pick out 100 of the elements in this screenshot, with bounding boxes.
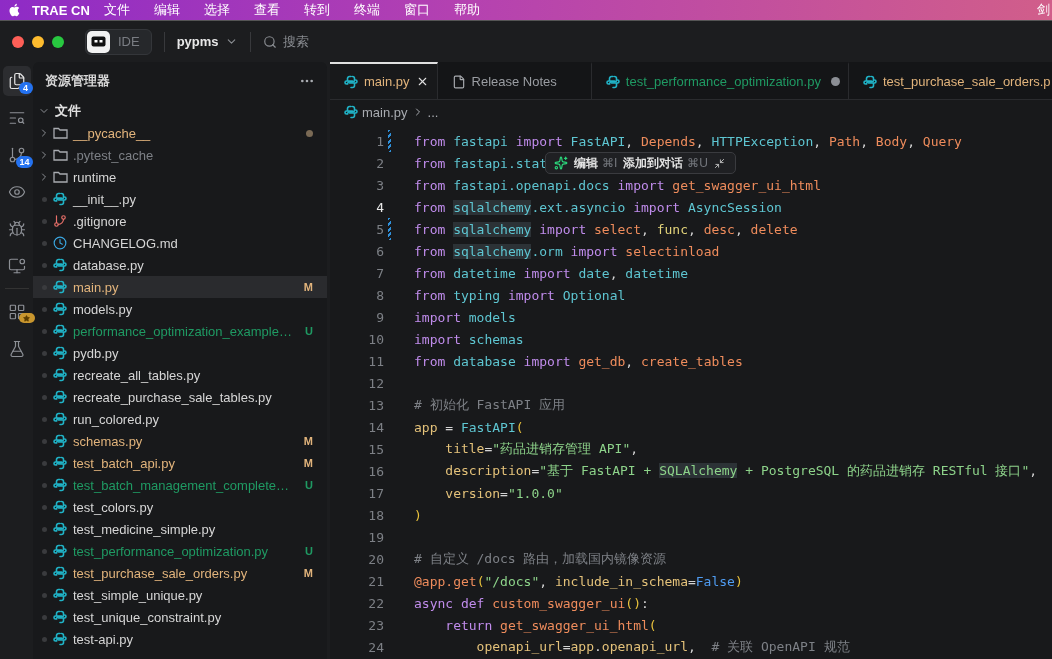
bullet-icon [41, 240, 47, 246]
tree-item[interactable]: .pytest_cache [33, 144, 327, 166]
line-number: 2 [375, 155, 384, 171]
line-number: 4 [375, 199, 384, 215]
menu-item[interactable]: 终端 [353, 1, 380, 19]
file-name: performance_optimization_example… [73, 323, 292, 339]
code-line: title="药品进销存管理 API", [444, 440, 639, 458]
collapse-icon[interactable] [714, 157, 725, 169]
file-name: main.py [73, 279, 119, 295]
file-name: test_performance_optimization.py [73, 543, 269, 559]
apple-icon[interactable] [8, 3, 20, 17]
bug-icon [7, 220, 26, 238]
tree-item[interactable]: CHANGELOG.md [33, 232, 327, 254]
file-name: runtime [73, 169, 117, 185]
code-line: async def custom_swagger_ui(): [414, 595, 649, 611]
python-icon [862, 74, 877, 89]
tree-item[interactable]: database.py [33, 254, 327, 276]
line-number: 23 [367, 617, 384, 633]
menu-item[interactable]: 帮助 [453, 1, 480, 19]
project-selector[interactable]: pypms [176, 34, 238, 49]
tree-item[interactable]: run_colored.py [33, 408, 327, 430]
breadcrumb-item[interactable]: ... [427, 104, 439, 120]
code-line: from typing import Optional [414, 287, 626, 303]
menu-item[interactable]: 文件 [103, 1, 130, 19]
tree-item[interactable]: test_medicine_simple.py [33, 518, 327, 540]
python-icon [53, 390, 67, 404]
add-to-chat-button[interactable]: 添加到对话 ⌘U [623, 154, 708, 172]
tree-item[interactable]: models.py [33, 298, 327, 320]
edit-button[interactable]: 编辑 ⌘I [574, 154, 618, 172]
line-number: 15 [367, 441, 384, 457]
tree-item[interactable]: test_simple_unique.py [33, 584, 327, 606]
tree-item[interactable]: __pycache__ [33, 122, 327, 144]
tree-item[interactable]: pydb.py [33, 342, 327, 364]
file-name: test_unique_constraint.py [73, 609, 222, 625]
line-number: 7 [375, 265, 384, 281]
app-name[interactable]: TRAE CN [32, 2, 90, 18]
line-number: 18 [367, 507, 384, 523]
code-line: openapi_url=app.openapi_url, # 关联 OpenAPI 规范 [475, 638, 850, 656]
tree-item[interactable]: test_batch_api.py M [33, 452, 327, 474]
bullet-icon [41, 636, 47, 642]
code-line: @app.get("/docs", include_in_schema=False) [414, 573, 743, 589]
menu-item[interactable]: 查看 [253, 1, 280, 19]
clock-icon [53, 236, 67, 250]
python-icon [53, 324, 67, 338]
zoom-window-button[interactable] [52, 35, 64, 48]
tree-item[interactable]: 文件 [33, 100, 327, 122]
line-number: 12 [367, 375, 384, 391]
tree-item[interactable]: test-api.py [33, 628, 327, 650]
file-name: database.py [73, 257, 144, 273]
tree-item[interactable]: __init__.py [33, 188, 327, 210]
folder-icon [53, 149, 68, 161]
python-icon [53, 588, 67, 602]
python-icon [53, 280, 67, 294]
activity-button[interactable]: 4 [2, 66, 31, 96]
file-name: .gitignore [73, 213, 127, 229]
line-number: 9 [375, 309, 384, 325]
tree-item[interactable]: test_batch_management_complete… U [33, 474, 327, 496]
file-name: test_medicine_simple.py [73, 521, 216, 537]
star-icon [18, 313, 35, 323]
mode-toggle[interactable]: IDE [85, 28, 152, 55]
file-name: .pytest_cache [73, 147, 154, 163]
branch-icon [53, 214, 67, 228]
file-name: recreate_purchase_sale_tables.py [73, 389, 272, 405]
monitor-icon [7, 257, 26, 275]
tree-item[interactable]: runtime [33, 166, 327, 188]
search-button[interactable]: 搜索 [262, 32, 309, 51]
close-window-button[interactable] [12, 35, 24, 48]
tree-item[interactable]: test_purchase_sale_orders.py M [33, 562, 327, 584]
breadcrumb-item[interactable]: main.py [362, 104, 408, 120]
menu-item[interactable]: 转到 [303, 1, 330, 19]
bullet-icon [41, 328, 47, 334]
python-icon [53, 544, 67, 558]
line-number: 14 [367, 419, 384, 435]
tree-item[interactable]: recreate_purchase_sale_tables.py [33, 386, 327, 408]
bullet-icon [41, 526, 47, 532]
search-icon [7, 109, 26, 127]
line-number: 3 [375, 177, 384, 193]
minimize-window-button[interactable] [32, 35, 44, 48]
tree-item[interactable]: main.py M [33, 276, 327, 298]
tree-item[interactable]: schemas.py M [33, 430, 327, 452]
menu-item[interactable]: 选择 [203, 1, 230, 19]
menu-item[interactable]: 窗口 [403, 1, 430, 19]
bullet-icon [41, 614, 47, 620]
menu-item[interactable]: 编辑 [153, 1, 180, 19]
file-name: pydb.py [73, 345, 119, 361]
tree-item[interactable]: .gitignore [33, 210, 327, 232]
python-icon [53, 412, 67, 426]
tree-item[interactable]: test_colors.py [33, 496, 327, 518]
tree-item[interactable]: performance_optimization_example… U [33, 320, 327, 342]
tree-item[interactable]: recreate_all_tables.py [33, 364, 327, 386]
bullet-icon [41, 548, 47, 554]
menu-user[interactable]: 剑 [1037, 1, 1050, 19]
section-title: 文件 [55, 102, 81, 120]
tree-item[interactable]: test_performance_optimization.py U [33, 540, 327, 562]
code-line: from fastapi.openapi.docs import get_swagger_ui_html [414, 177, 822, 193]
line-number: 19 [367, 529, 384, 545]
activity-button[interactable]: 14 [2, 140, 31, 170]
tree-item[interactable]: test_unique_constraint.py [33, 606, 327, 628]
editor-tab[interactable]: main.py [330, 62, 438, 99]
code-line: from fastapi.stat [414, 155, 548, 171]
